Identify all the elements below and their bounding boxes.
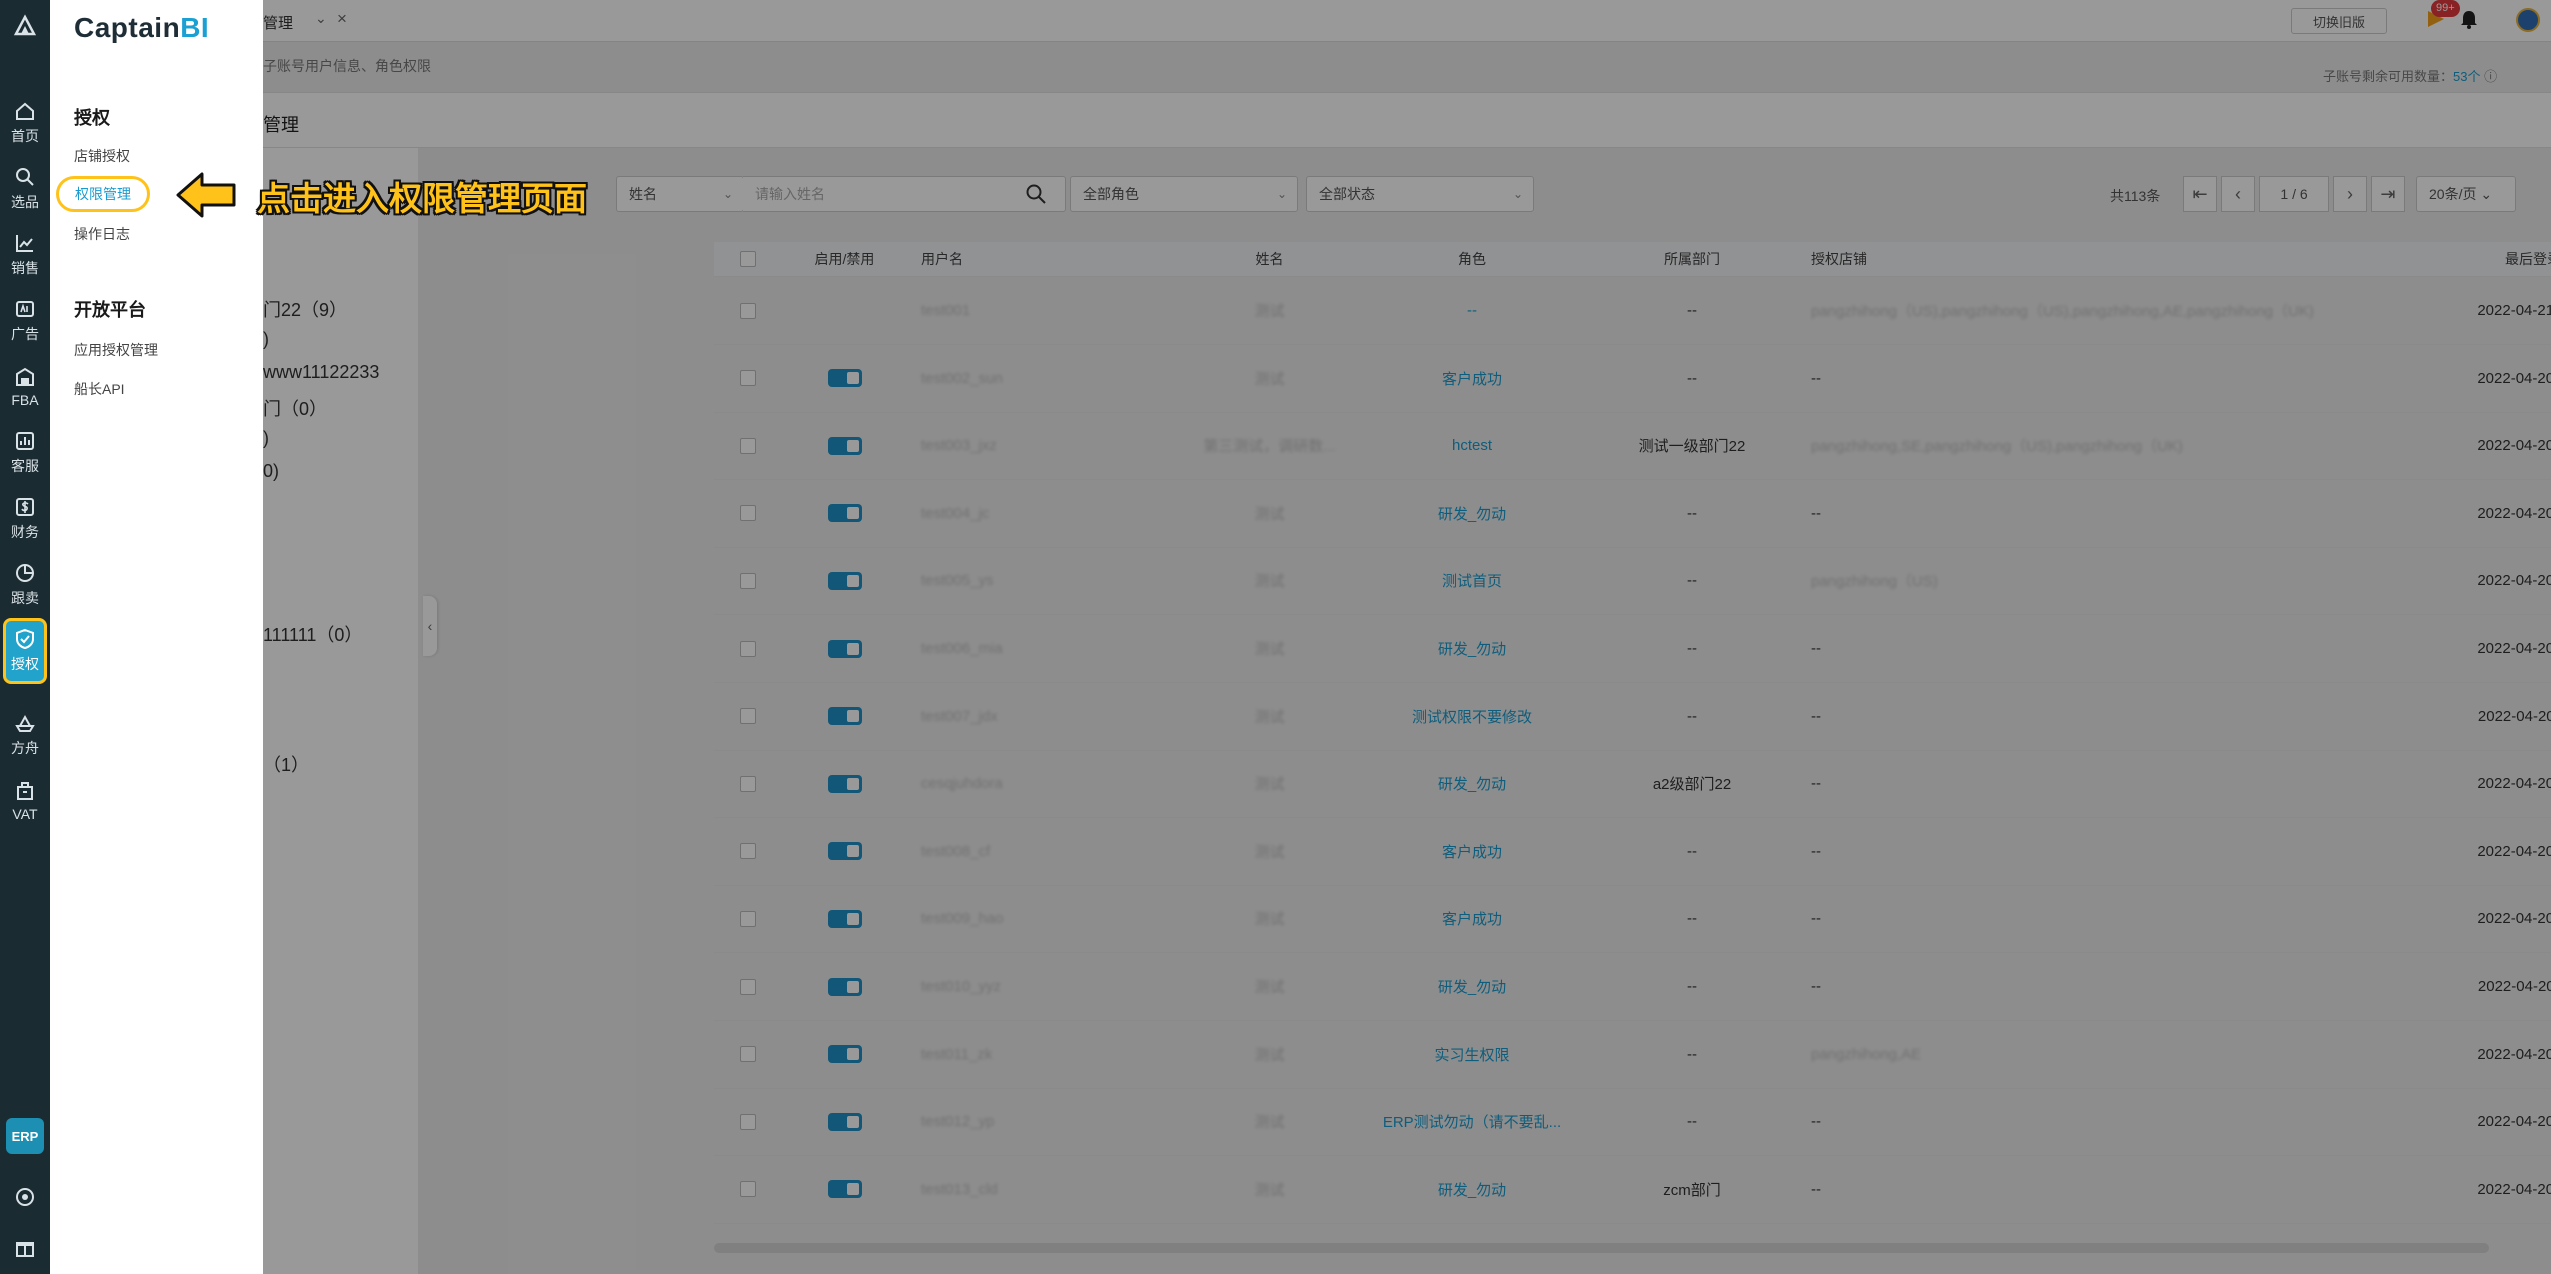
menu-item-permission-management[interactable]: 权限管理	[56, 176, 150, 212]
rail-item-8[interactable]: 授权	[3, 618, 47, 684]
home-icon	[16, 102, 34, 120]
logo-text: Captain	[74, 12, 181, 43]
search-icon	[16, 168, 34, 186]
rail-item-label: VAT	[12, 806, 38, 822]
rail-item-label: FBA	[11, 392, 39, 408]
logo-accent: BI	[180, 12, 210, 43]
rail-item-label: 销售	[11, 260, 39, 276]
menu-item-app-auth[interactable]: 应用授权管理	[74, 340, 158, 360]
rail-item-label: 财务	[11, 524, 39, 540]
rail-item-5[interactable]: 客服	[0, 424, 50, 482]
ark-icon	[15, 714, 35, 732]
support-icon[interactable]	[14, 1186, 36, 1208]
app-logo-icon	[13, 14, 37, 36]
modal-overlay[interactable]	[263, 0, 2551, 1274]
ad-icon	[16, 301, 34, 317]
arrow-left-icon	[176, 172, 236, 218]
rail-item-label: 广告	[11, 326, 39, 342]
rail-item-6[interactable]: 财务	[0, 490, 50, 548]
menu-item-store-auth[interactable]: 店铺授权	[74, 146, 130, 166]
rail-item-10[interactable]: VAT	[0, 772, 50, 830]
rail-item-label: 首页	[11, 128, 39, 144]
captainbi-logo: CaptainBI	[74, 12, 209, 44]
rail-item-2[interactable]: 销售	[0, 226, 50, 284]
warehouse-icon	[16, 367, 34, 386]
icon-rail: 首页选品销售广告 FBA 客服财务跟卖授权方舟 VAT ERP	[0, 0, 50, 1274]
callout-annotation: 点击进入权限管理页面	[257, 180, 587, 217]
dollar-icon	[16, 498, 34, 516]
rail-item-label: 跟卖	[11, 590, 39, 606]
rail-item-7[interactable]: 跟卖	[0, 556, 50, 614]
app-root: 管理 ⌄ × 切换旧版 99+ 子账号用户信息、角色权限 子账号剩余可用数量：5…	[0, 0, 2551, 1274]
rail-item-label: 客服	[11, 458, 39, 474]
rail-item-label: 方舟	[11, 740, 39, 756]
shield-check-icon	[16, 628, 34, 650]
rail-item-9[interactable]: 方舟	[0, 706, 50, 764]
service-chart-icon	[16, 432, 34, 450]
menu-section-auth: 授权	[74, 108, 110, 128]
rail-item-label: 选品	[11, 194, 39, 210]
building-icon	[17, 782, 33, 800]
menu-item-captain-api[interactable]: 船长API	[74, 379, 125, 399]
menu-section-open-platform: 开放平台	[74, 300, 146, 320]
rail-item-4[interactable]: FBA	[0, 358, 50, 416]
pie-chart-icon	[16, 564, 34, 582]
menu-item-operation-log[interactable]: 操作日志	[74, 224, 130, 244]
erp-button[interactable]: ERP	[6, 1118, 44, 1154]
rail-item-label: 授权	[11, 656, 39, 672]
trend-chart-icon	[16, 235, 33, 252]
gift-icon[interactable]	[14, 1236, 36, 1258]
rail-item-3[interactable]: 广告	[0, 292, 50, 350]
rail-item-1[interactable]: 选品	[0, 160, 50, 218]
rail-item-0[interactable]: 首页	[0, 94, 50, 152]
